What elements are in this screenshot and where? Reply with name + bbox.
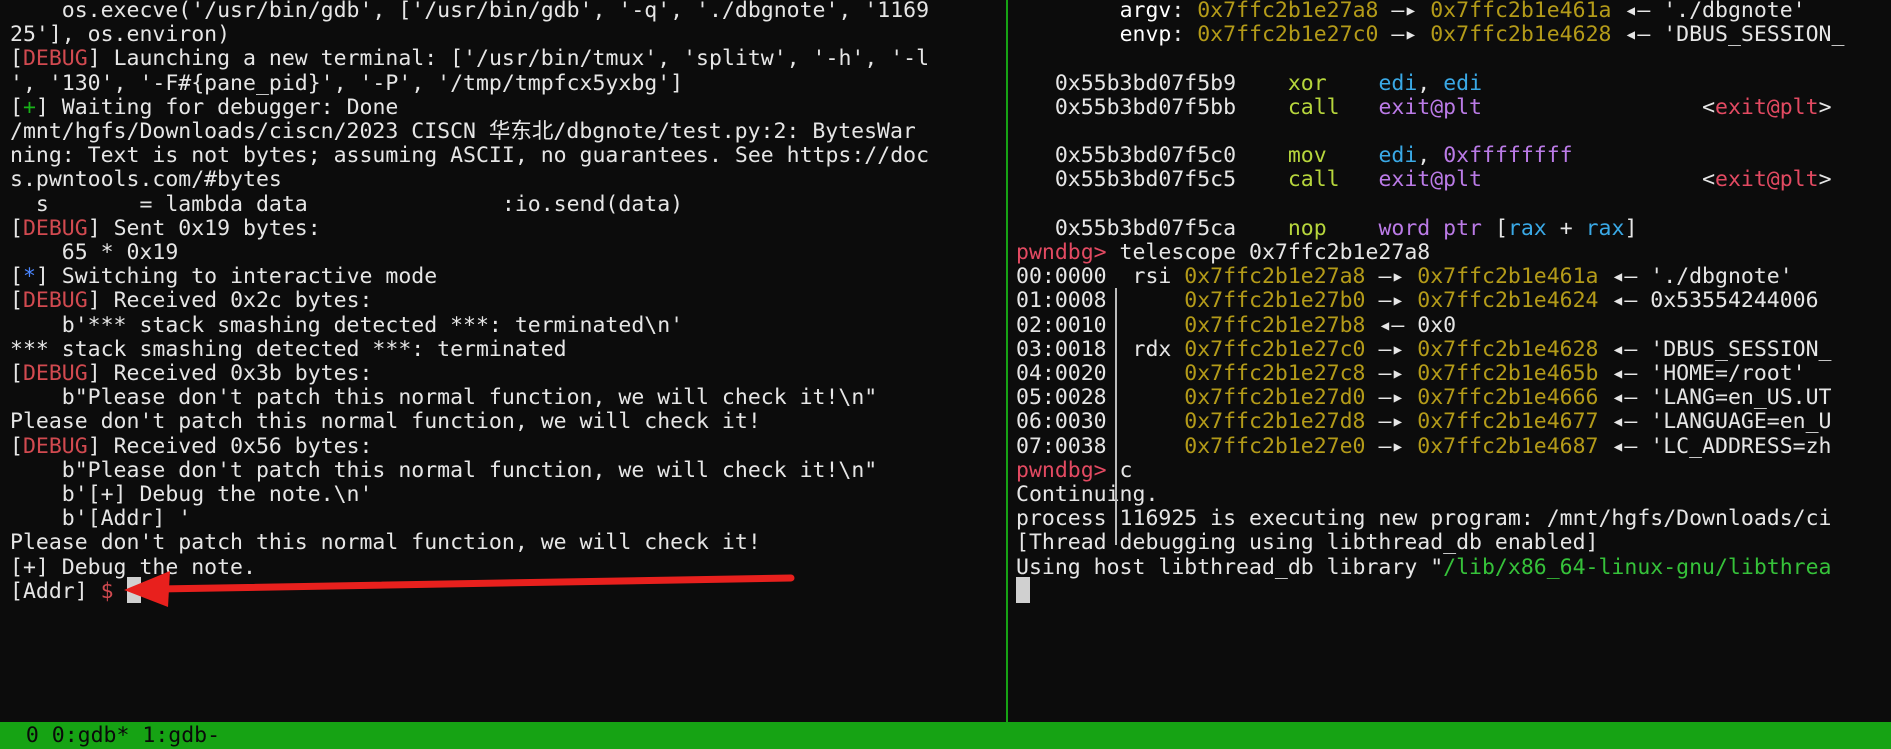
red-annotation-arrow-icon [124, 571, 795, 607]
